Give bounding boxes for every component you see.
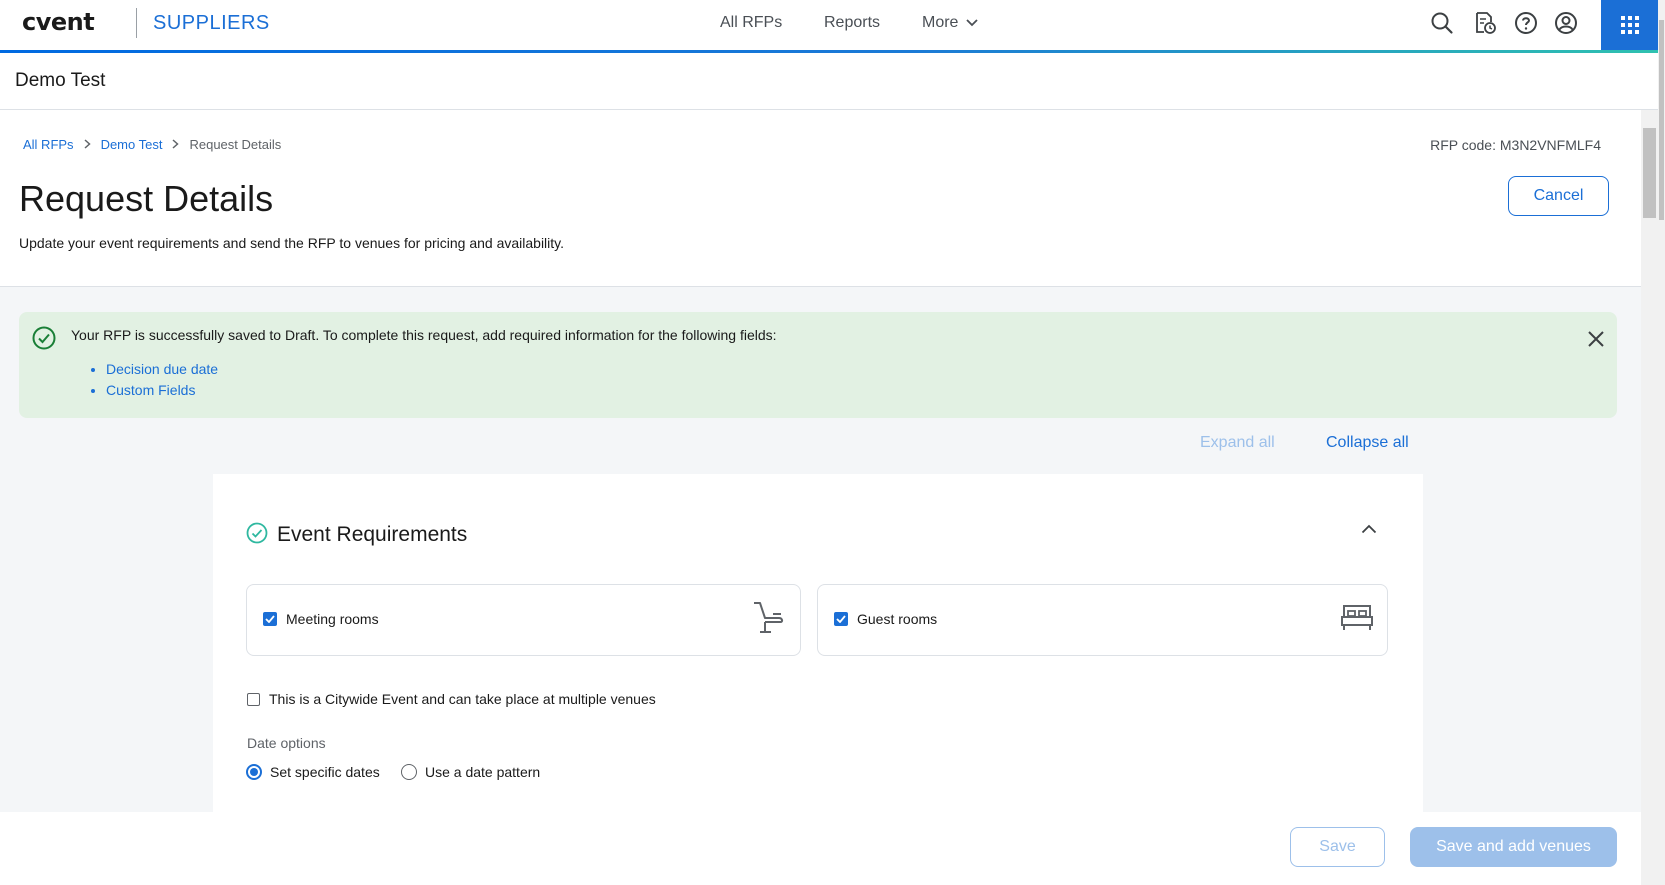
date-option-pattern[interactable]: Use a date pattern bbox=[401, 764, 540, 780]
meeting-rooms-label: Meeting rooms bbox=[286, 611, 379, 627]
meeting-rooms-option[interactable]: Meeting rooms bbox=[246, 584, 801, 656]
page-header: All RFPs Demo Test Request Details RFP c… bbox=[0, 110, 1641, 287]
alert-message: Your RFP is successfully saved to Draft.… bbox=[71, 327, 777, 343]
top-navigation: cvent SUPPLIERS All RFPs Reports More bbox=[0, 0, 1658, 53]
save-and-add-venues-button[interactable]: Save and add venues bbox=[1410, 827, 1617, 867]
breadcrumb-current: Request Details bbox=[189, 137, 282, 152]
missing-fields-list: Decision due date Custom Fields bbox=[87, 359, 218, 401]
chevron-down-icon bbox=[966, 19, 979, 27]
breadcrumb-all-rfps[interactable]: All RFPs bbox=[23, 137, 74, 152]
page-title: Request Details bbox=[19, 178, 274, 219]
citywide-event-option[interactable]: This is a Citywide Event and can take pl… bbox=[247, 691, 656, 707]
chevron-right-icon bbox=[84, 137, 91, 152]
breadcrumb-demo-test[interactable]: Demo Test bbox=[101, 137, 163, 152]
save-button[interactable]: Save bbox=[1290, 827, 1385, 867]
success-alert: Your RFP is successfully saved to Draft.… bbox=[19, 312, 1617, 418]
cancel-button[interactable]: Cancel bbox=[1508, 176, 1609, 216]
page-subtitle: Update your event requirements and send … bbox=[19, 235, 565, 251]
document-clock-icon[interactable] bbox=[1472, 10, 1498, 36]
citywide-checkbox[interactable] bbox=[247, 692, 260, 706]
help-icon[interactable] bbox=[1513, 10, 1539, 36]
specific-dates-radio[interactable] bbox=[246, 764, 262, 780]
missing-field-decision-due-date[interactable]: Decision due date bbox=[106, 361, 218, 377]
guest-rooms-option[interactable]: Guest rooms bbox=[817, 584, 1388, 656]
expand-all-link[interactable]: Expand all bbox=[1200, 434, 1275, 452]
date-option-specific[interactable]: Set specific dates bbox=[246, 764, 380, 780]
guest-rooms-label: Guest rooms bbox=[857, 611, 938, 627]
nav-reports[interactable]: Reports bbox=[824, 14, 880, 32]
date-pattern-radio[interactable] bbox=[401, 764, 417, 780]
app-switcher-button[interactable] bbox=[1601, 0, 1658, 50]
section-title: Event Requirements bbox=[277, 523, 468, 546]
product-name[interactable]: SUPPLIERS bbox=[153, 12, 270, 35]
citywide-label: This is a Citywide Event and can take pl… bbox=[269, 691, 656, 707]
list-item: Custom Fields bbox=[106, 380, 218, 401]
cvent-logo[interactable]: cvent bbox=[22, 8, 95, 36]
content-scrollbar[interactable] bbox=[1641, 110, 1658, 885]
logo-divider bbox=[136, 8, 137, 38]
collapse-all-link[interactable]: Collapse all bbox=[1326, 434, 1409, 452]
breadcrumb: All RFPs Demo Test Request Details bbox=[23, 137, 281, 152]
bed-icon bbox=[1341, 605, 1373, 630]
chair-icon bbox=[754, 602, 784, 633]
event-name: Demo Test bbox=[15, 70, 106, 91]
event-requirements-section: Event Requirements Meeting rooms Guest r… bbox=[213, 474, 1423, 814]
window-scrollbar[interactable] bbox=[1658, 0, 1665, 885]
nav-all-rfps[interactable]: All RFPs bbox=[720, 14, 782, 32]
nav-more-label: More bbox=[922, 14, 959, 31]
list-item: Decision due date bbox=[106, 359, 218, 380]
nav-more[interactable]: More bbox=[922, 14, 979, 32]
guest-rooms-checkbox[interactable] bbox=[834, 612, 848, 626]
check-circle-icon bbox=[246, 522, 268, 544]
date-pattern-label: Use a date pattern bbox=[425, 764, 541, 780]
search-icon[interactable] bbox=[1429, 10, 1455, 36]
close-icon[interactable] bbox=[1585, 328, 1607, 350]
scrollbar-thumb[interactable] bbox=[1659, 20, 1664, 220]
date-options-label: Date options bbox=[247, 735, 326, 751]
specific-dates-label: Set specific dates bbox=[270, 764, 380, 780]
grid-icon bbox=[1620, 16, 1639, 34]
action-footer: Save Save and add venues bbox=[0, 812, 1641, 885]
user-account-icon[interactable] bbox=[1553, 10, 1579, 36]
event-subheader: Demo Test bbox=[0, 53, 1658, 110]
scrollbar-thumb[interactable] bbox=[1643, 128, 1656, 218]
chevron-right-icon bbox=[172, 137, 180, 152]
meeting-rooms-checkbox[interactable] bbox=[263, 612, 277, 626]
missing-field-custom-fields[interactable]: Custom Fields bbox=[106, 382, 195, 398]
rfp-code: RFP code: M3N2VNFMLF4 bbox=[1430, 137, 1601, 153]
chevron-up-icon[interactable] bbox=[1361, 524, 1377, 534]
check-circle-icon bbox=[32, 326, 56, 350]
